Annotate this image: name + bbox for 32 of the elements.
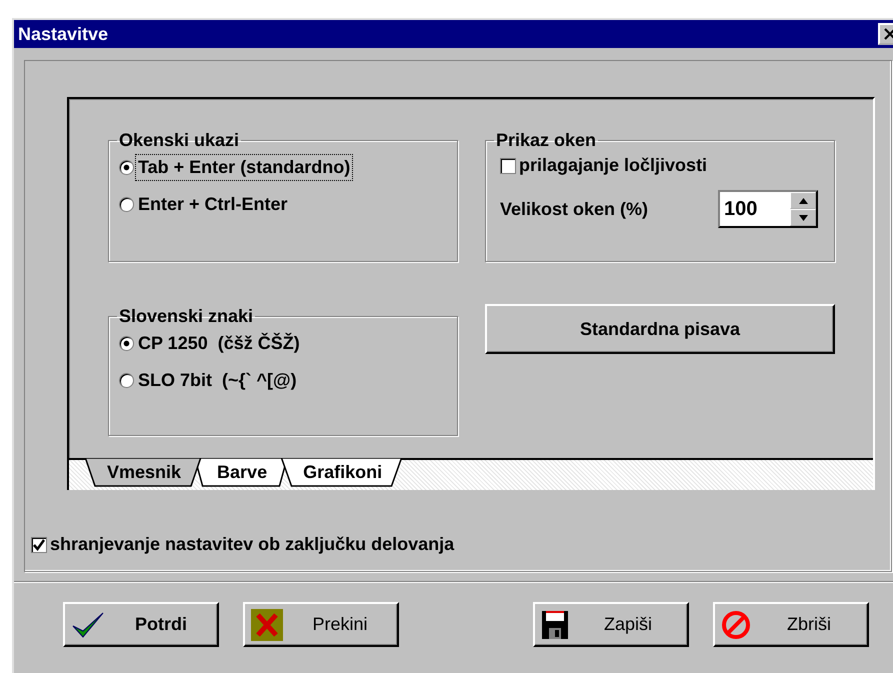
- standard-font-button[interactable]: Standardna pisava: [485, 304, 835, 354]
- tab[interactable]: Grafikoni: [279, 458, 404, 487]
- save-settings-checkbox[interactable]: shranjevanje nastavitev ob zaključku delovanja: [31, 534, 891, 555]
- dialog-button[interactable]: Zbriši: [713, 602, 869, 647]
- radio-label[interactable]: Enter + Ctrl-Enter: [136, 192, 290, 217]
- down-arrow-icon: [798, 214, 808, 220]
- dialog-button[interactable]: Prekini: [243, 602, 399, 647]
- spin-field[interactable]: 100: [718, 190, 818, 228]
- radio-button[interactable]: [119, 160, 134, 175]
- dialog-button[interactable]: Zapiši: [533, 602, 689, 647]
- prohibited-icon: [721, 610, 751, 640]
- resolution-checkbox[interactable]: prilagajanje ločljivosti: [500, 155, 824, 176]
- spin-up-button[interactable]: [790, 192, 816, 209]
- group-title: Slovenski znaki: [118, 306, 254, 327]
- tab[interactable]: Vmesnik: [83, 458, 204, 487]
- radio-button[interactable]: [119, 373, 134, 388]
- field-label: Velikost oken (%): [500, 198, 648, 220]
- group-title: Prikaz oken: [495, 130, 598, 151]
- window-title: Nastavitve: [18, 24, 108, 44]
- checkmark-icon: [33, 538, 45, 550]
- check-icon: [71, 610, 105, 640]
- radio-label[interactable]: Tab + Enter (standardno): [136, 155, 352, 180]
- radio-button[interactable]: [119, 197, 134, 212]
- cross-icon: [251, 608, 283, 640]
- up-arrow-icon: [798, 198, 808, 204]
- radio-label[interactable]: SLO 7bit (~{` ^[@): [136, 368, 299, 393]
- group-title: Okenski ukazi: [118, 130, 240, 151]
- radio-label[interactable]: CP 1250 (čšž ČŠŽ): [136, 331, 302, 356]
- close-icon: [883, 28, 893, 40]
- radio-button[interactable]: [119, 336, 134, 351]
- spin-down-button[interactable]: [790, 209, 816, 226]
- dialog-button[interactable]: Potrdi: [63, 602, 219, 647]
